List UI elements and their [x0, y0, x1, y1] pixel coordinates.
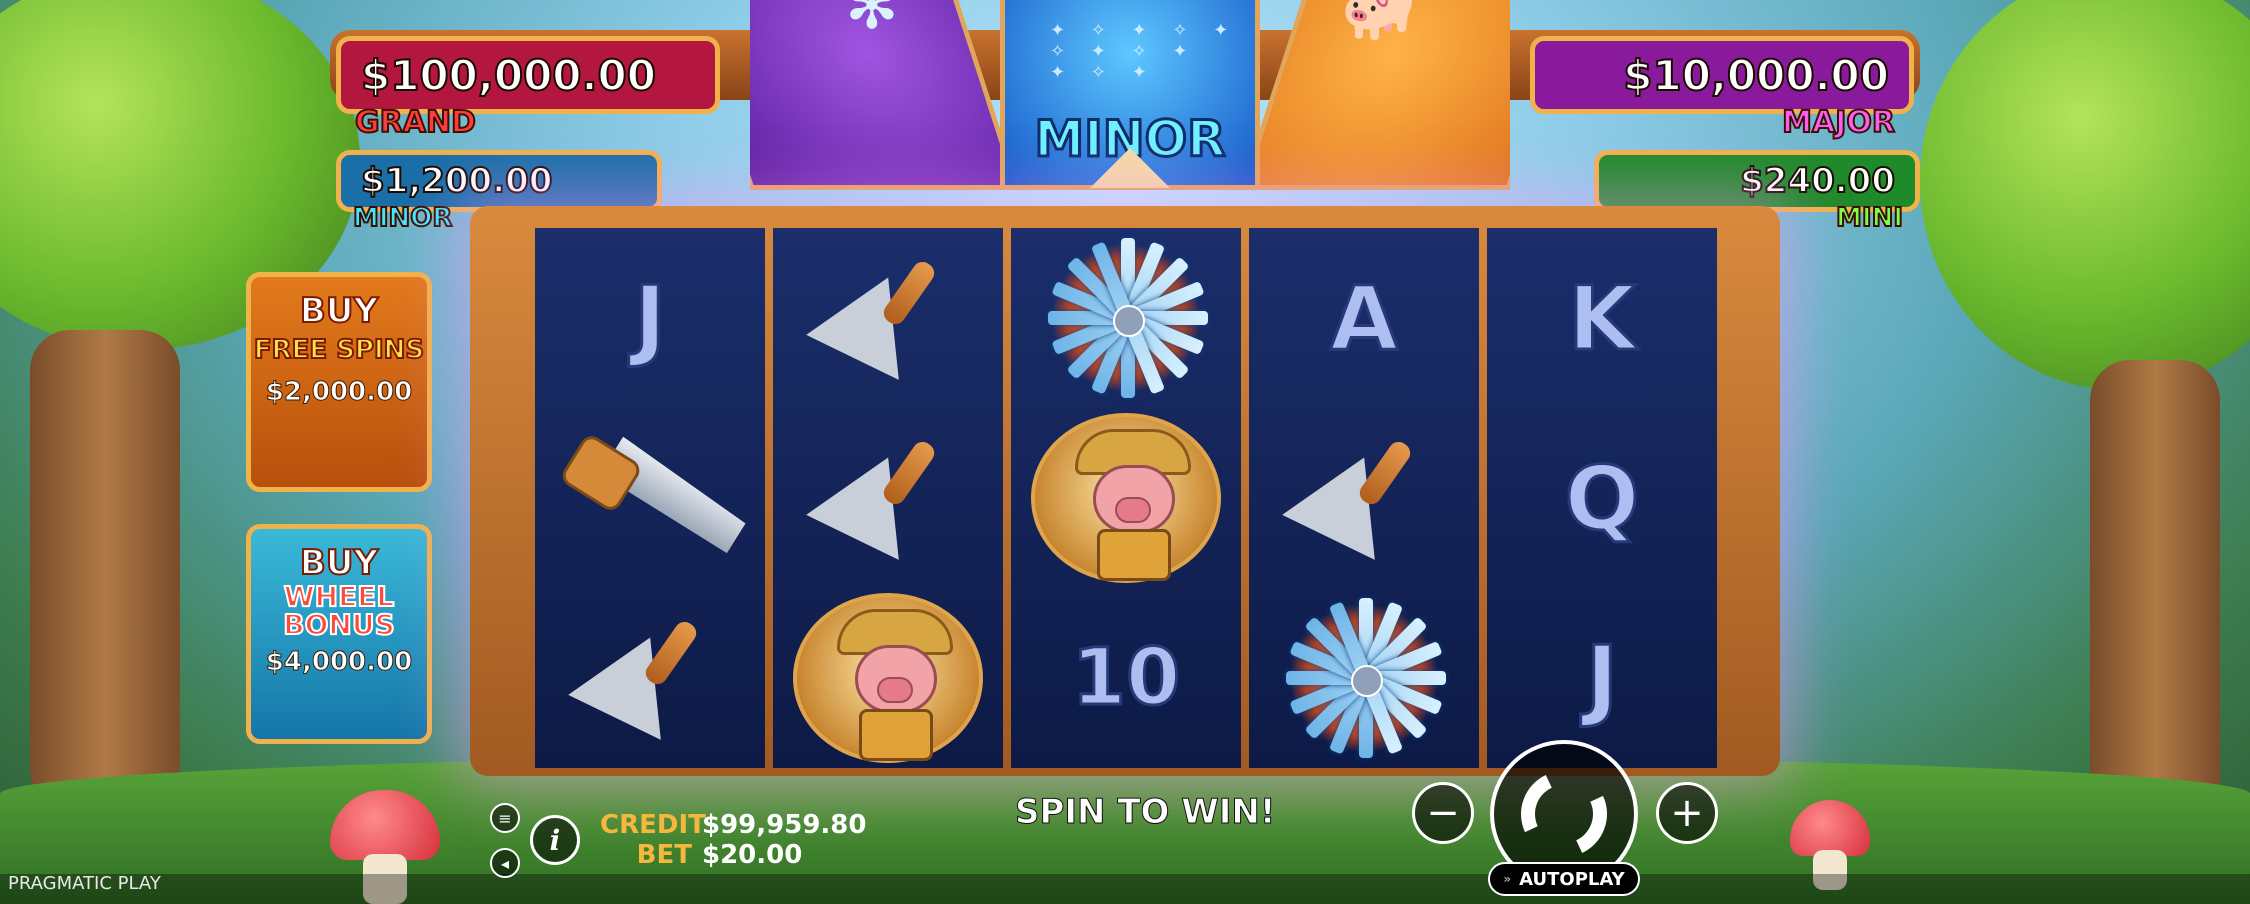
reel-1: J [535, 228, 765, 769]
left-tree-trunk [30, 330, 180, 810]
reel-grid: J 10 A K Q J [535, 228, 1717, 769]
letter-symbol: J [550, 233, 750, 403]
autoplay-button[interactable]: » AUTOPLAY [1488, 862, 1640, 896]
trowel-symbol [788, 413, 988, 589]
reel-5: KQJ [1487, 228, 1717, 768]
jackpot-grand: $100,000.00 GRAND [336, 36, 720, 141]
decrease-bet-button[interactable]: − [1412, 782, 1474, 844]
buy-free-spins-line1: BUY [299, 290, 379, 332]
saw-symbol [550, 413, 750, 583]
letter-symbol: A [1264, 233, 1464, 403]
jackpot-minor: $1,200.00 MINOR [336, 150, 662, 234]
credit-row: CREDIT$99,959.80 [600, 810, 866, 840]
bet-label: BET [636, 840, 692, 870]
spin-message: SPIN TO WIN! [1014, 792, 1276, 833]
pig-farmer-icon [793, 593, 983, 763]
bet-row: BET $20.00 [600, 840, 803, 870]
wheel-pointer-icon [1090, 148, 1170, 188]
trowel-symbol [788, 233, 988, 409]
pig-farmer-symbol [1026, 413, 1226, 583]
windmill-symbol [1264, 593, 1464, 763]
letter-symbol: K [1502, 233, 1702, 403]
jackpot-grand-value: $100,000.00 [360, 50, 657, 101]
jackpot-mini-value: $240.00 [1739, 160, 1896, 202]
trowel-icon [803, 418, 973, 589]
letter-symbol: Q [1502, 413, 1702, 583]
sound-icon[interactable]: ◂ [490, 848, 520, 878]
right-tree-trunk [2090, 360, 2220, 820]
sparkle-icon: ✦ ✧ ✦ ✧ ✦ ✧ ✦ ✧ ✦ ✦ ✧ ✦ [1050, 20, 1239, 83]
windmill-icon [1269, 593, 1459, 763]
buy-wheel-bonus-line3: BONUS [282, 608, 395, 641]
buy-free-spins-price: $2,000.00 [265, 377, 413, 408]
credit-label: CREDIT [600, 810, 706, 840]
credit-value: $99,959.80 [702, 810, 867, 840]
buy-wheel-bonus-button[interactable]: BUY WHEEL BONUS $4,000.00 [246, 524, 432, 744]
windmill-icon: ✻ [845, 0, 899, 44]
symbol-label: Q [1563, 445, 1641, 551]
reel-4: A [1249, 228, 1479, 768]
trowel-symbol [1264, 413, 1464, 589]
jackpot-grand-label: GRAND [354, 104, 477, 141]
trowel-icon [803, 238, 973, 409]
buy-wheel-bonus-price: $4,000.00 [265, 647, 413, 678]
symbol-label: A [1328, 265, 1399, 371]
spin-arrows-icon [1508, 758, 1620, 870]
saw-icon [558, 423, 740, 573]
buy-wheel-bonus-line1: BUY [299, 542, 379, 584]
jackpot-mini: $240.00 MINI [1594, 150, 1920, 234]
pig-farmer-symbol [788, 593, 988, 763]
symbol-label: J [1584, 625, 1620, 731]
bottom-bar [0, 874, 2250, 904]
info-button[interactable]: i [530, 815, 580, 865]
trowel-symbol [550, 593, 750, 769]
jackpot-major-label: MAJOR [1781, 104, 1896, 141]
jackpot-mini-label: MINI [1835, 202, 1904, 234]
jackpot-minor-label: MINOR [352, 202, 453, 234]
increase-bet-button[interactable]: + [1656, 782, 1718, 844]
reel-3: 10 [1011, 228, 1241, 768]
buy-wheel-bonus-line2: WHEEL [283, 580, 395, 613]
autoplay-label: AUTOPLAY [1519, 868, 1625, 890]
windmill-icon [1031, 233, 1221, 403]
right-tree-canopy [1920, 0, 2250, 390]
letter-symbol: J [1502, 593, 1702, 763]
bet-value: $20.00 [702, 840, 803, 870]
letter-symbol: 10 [1026, 593, 1226, 763]
symbol-label: J [632, 265, 668, 371]
symbol-label: 10 [1070, 632, 1182, 725]
jackpot-major-value: $10,000.00 [1622, 50, 1890, 101]
symbol-label: K [1566, 265, 1637, 371]
buy-free-spins-button[interactable]: BUY FREE SPINS $2,000.00 [246, 272, 432, 492]
trowel-icon [565, 598, 735, 769]
piggy-bank-icon: 🐖 [1340, 0, 1420, 45]
trowel-icon [1279, 418, 1449, 589]
windmill-symbol [1026, 233, 1226, 403]
reel-2 [773, 228, 1003, 768]
provider-logo: PRAGMATIC PLAY [8, 873, 161, 894]
menu-icon[interactable]: ≡ [490, 803, 520, 833]
jackpot-major: $10,000.00 MAJOR [1530, 36, 1914, 141]
jackpot-minor-value: $1,200.00 [360, 160, 553, 202]
buy-free-spins-line2: FREE SPINS [253, 335, 425, 365]
fast-forward-icon: » [1503, 872, 1512, 886]
pig-farmer-icon [1031, 413, 1221, 583]
